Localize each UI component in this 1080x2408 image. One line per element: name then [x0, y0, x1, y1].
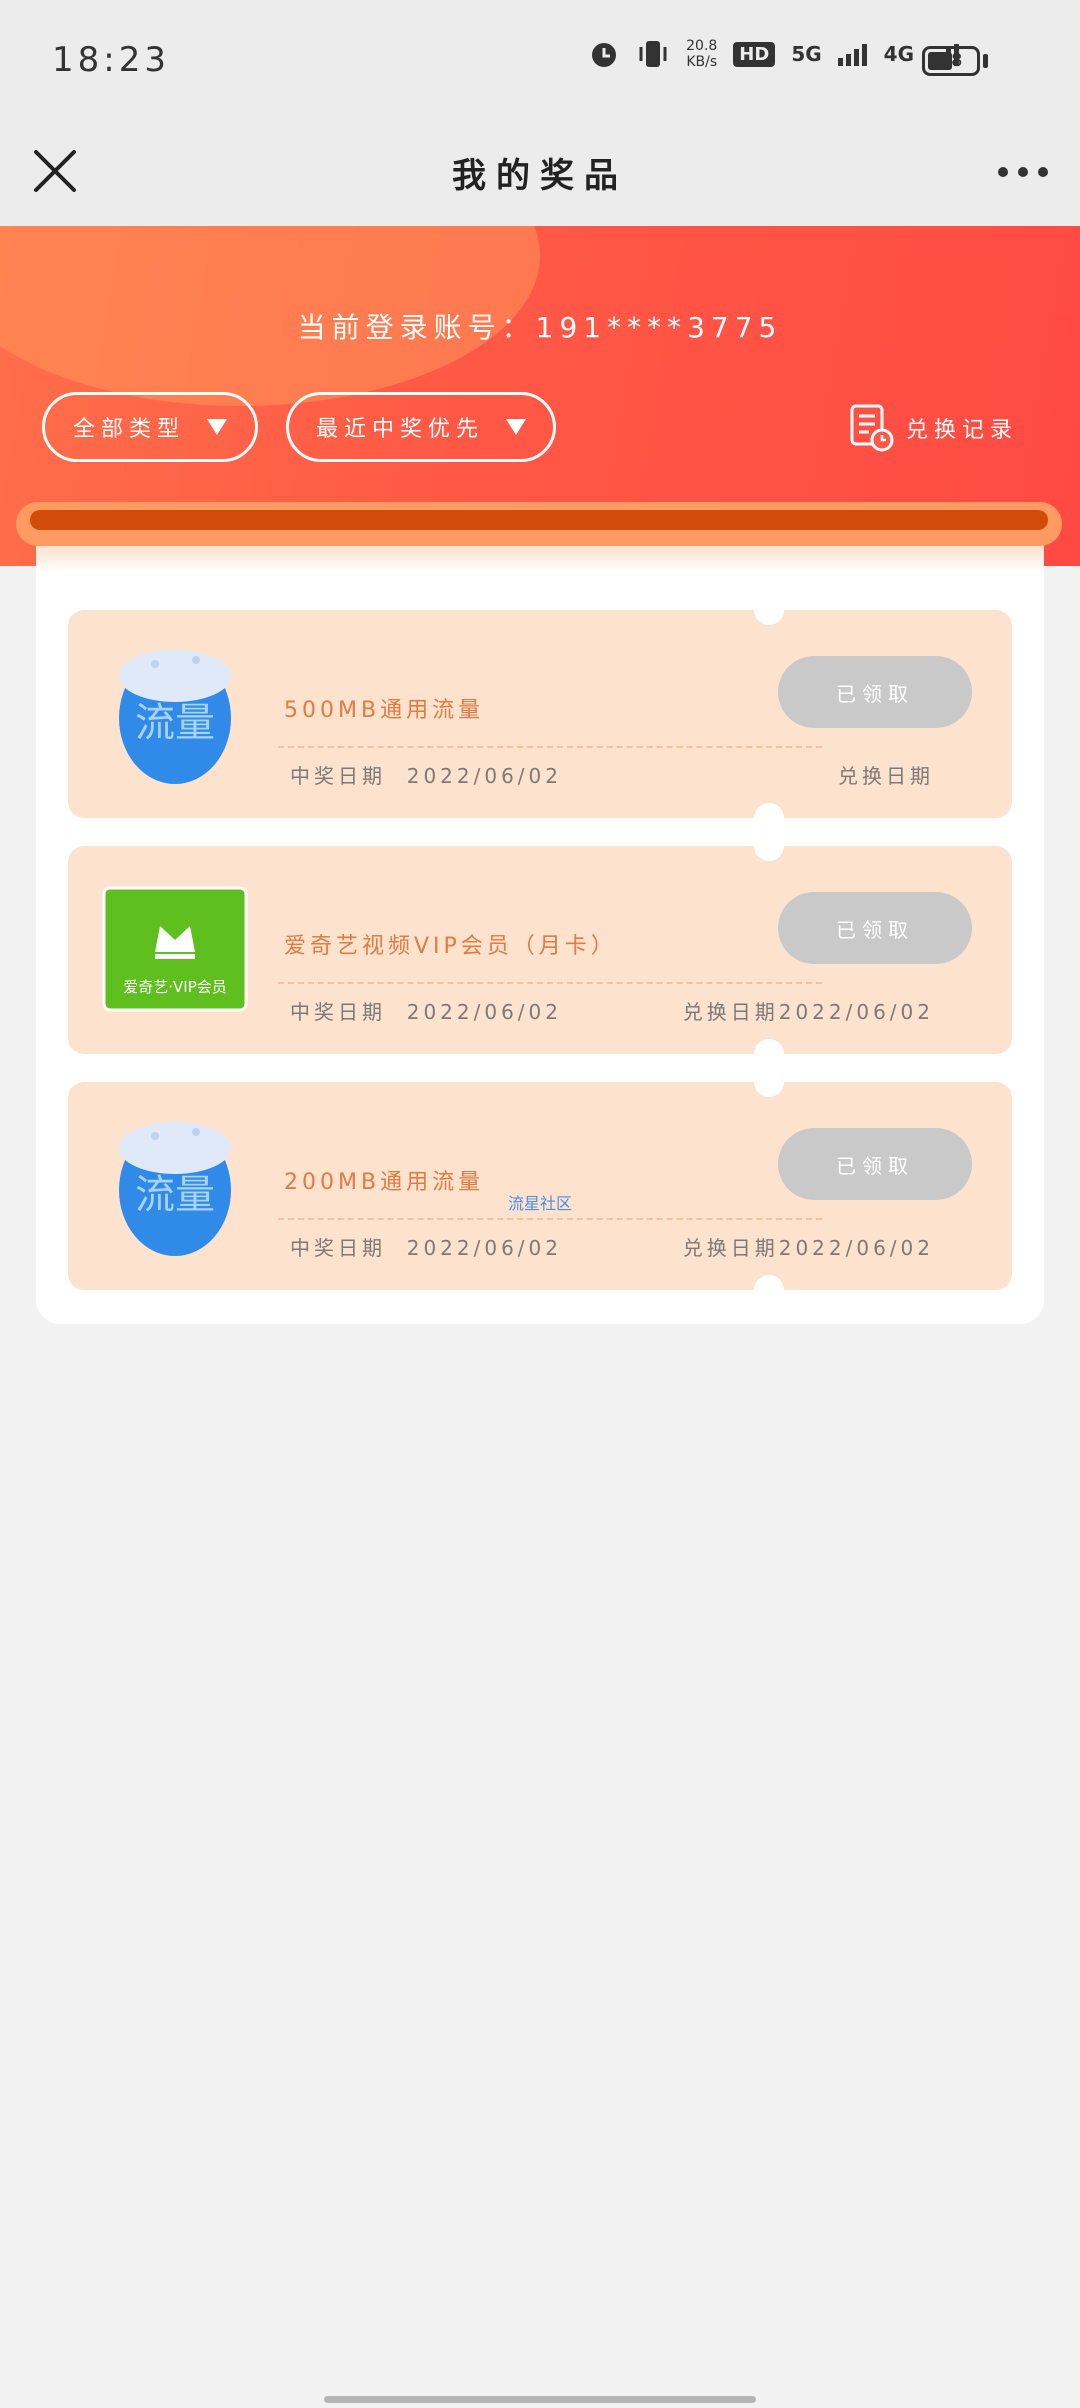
- record-icon: [850, 404, 894, 452]
- prize-card: 流量 200MB通用流量 流星社区 中奖日期 2022/06/02 兑换日期20…: [68, 1067, 1012, 1305]
- prize-card: 流量 500MB通用流量 中奖日期 2022/06/02 兑换日期 已领取: [68, 595, 1012, 833]
- signal-bars-icon: [837, 44, 867, 66]
- vibrate-icon: [639, 41, 667, 67]
- redeem-date: 兑换日期2022/06/02: [682, 1236, 934, 1260]
- watermark-text: 流星社区: [508, 1194, 573, 1213]
- svg-text:流量: 流量: [135, 1172, 215, 1218]
- filter-sort-dropdown[interactable]: 最近中奖优先: [286, 392, 556, 462]
- status-icons: 20.8 KB/s HD 5G 4G: [588, 38, 960, 70]
- data-traffic-icon: 流量: [119, 1122, 231, 1256]
- prize-name: 200MB通用流量: [284, 1170, 485, 1195]
- divider: [278, 982, 822, 984]
- claimed-button[interactable]: 已领取: [778, 1128, 972, 1200]
- divider: [278, 746, 822, 748]
- dropdown-arrow-icon-2: [506, 419, 526, 435]
- divider: [278, 1218, 822, 1220]
- data-traffic-icon: 流量: [119, 650, 231, 784]
- claimed-button[interactable]: 已领取: [778, 892, 972, 964]
- redeem-record-link[interactable]: 兑换记录: [848, 404, 1018, 452]
- redeem-date: 兑换日期: [838, 764, 934, 788]
- status-bar: 18:23 20.8 KB/s HD 5G 4G 38: [0, 0, 1080, 120]
- svg-text:流量: 流量: [135, 700, 215, 746]
- redeem-record-label: 兑换记录: [905, 418, 1018, 443]
- dropdown-arrow-icon: [207, 419, 227, 435]
- win-date: 中奖日期 2022/06/02: [290, 1000, 562, 1024]
- filter-type-label: 全部类型: [72, 417, 185, 442]
- svg-text:爱奇艺·VIP会员: 爱奇艺·VIP会员: [123, 978, 227, 996]
- prize-card: 爱奇艺·VIP会员 爱奇艺视频VIP会员（月卡） 中奖日期 2022/06/02…: [68, 831, 1012, 1069]
- battery-icon: 38: [922, 46, 980, 76]
- iqiyi-vip-card-icon: 爱奇艺·VIP会员: [102, 886, 248, 1012]
- redeem-date: 兑换日期2022/06/02: [682, 1000, 934, 1024]
- claimed-button[interactable]: 已领取: [778, 656, 972, 728]
- ticket-slot: [16, 502, 1062, 546]
- signal-4g-icon: 4G: [883, 42, 914, 66]
- alarm-icon: [592, 43, 617, 67]
- prize-name: 500MB通用流量: [284, 698, 485, 723]
- battery-level: 38: [939, 50, 963, 71]
- signal-5g-icon: 5G: [791, 42, 822, 66]
- account-label: 当前登录账号：191****3775: [297, 311, 783, 344]
- more-icon[interactable]: [998, 162, 1048, 182]
- status-time: 18:23: [52, 40, 170, 80]
- nav-bar: 我的奖品: [0, 120, 1080, 226]
- prize-name: 爱奇艺视频VIP会员（月卡）: [284, 934, 617, 959]
- win-date: 中奖日期 2022/06/02: [290, 764, 562, 788]
- page-title: 我的奖品: [452, 156, 628, 196]
- filter-sort-label: 最近中奖优先: [315, 417, 484, 442]
- home-indicator[interactable]: [324, 2396, 756, 2403]
- win-date: 中奖日期 2022/06/02: [290, 1236, 562, 1260]
- hd-badge: HD: [733, 41, 776, 67]
- net-speed: 20.8 KB/s: [686, 38, 718, 70]
- filter-type-dropdown[interactable]: 全部类型: [42, 392, 258, 462]
